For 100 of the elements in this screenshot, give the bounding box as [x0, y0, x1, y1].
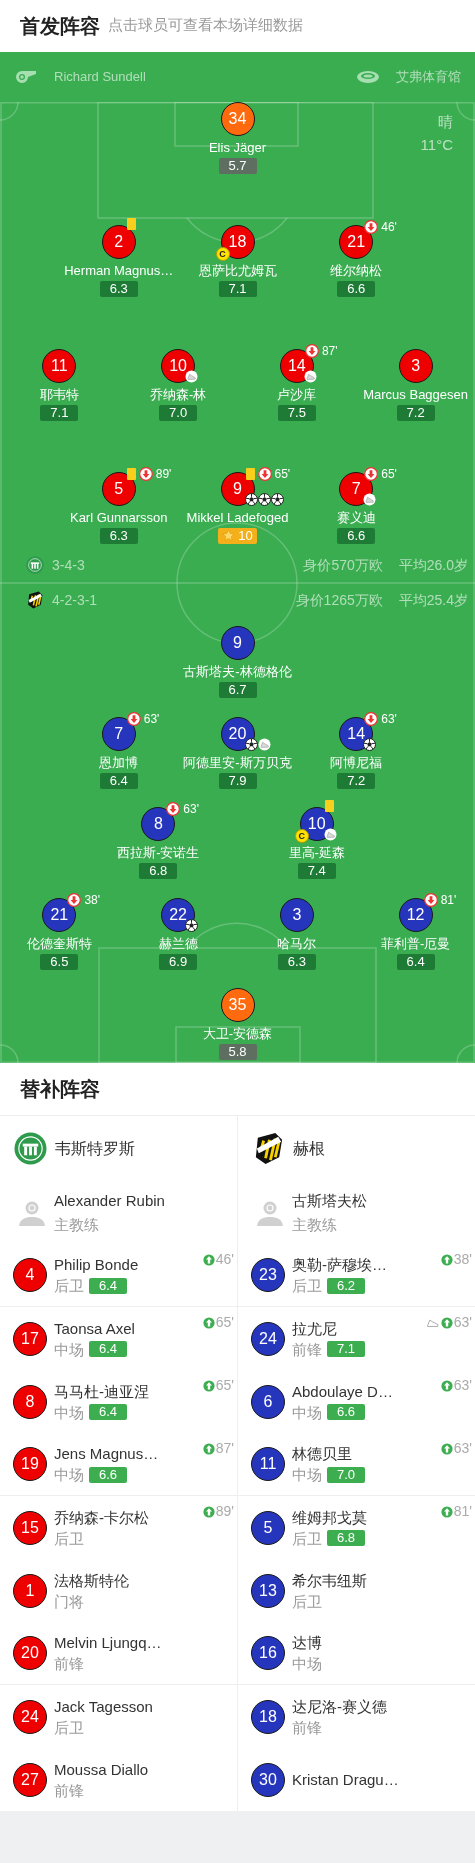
player-rating: 6.3	[99, 528, 138, 544]
player-name: 里高-延森	[288, 844, 345, 861]
player-marker: 27	[13, 1762, 47, 1797]
sub-minute: 89'	[155, 466, 172, 483]
player-rating: 6.4	[99, 772, 138, 789]
player-position: 前锋	[292, 1339, 322, 1360]
player-rating: 7.9	[218, 772, 257, 789]
player-rating: 6.4	[89, 1277, 127, 1294]
player-position: 后卫	[54, 1717, 84, 1738]
player-marker: 6	[251, 1384, 285, 1419]
player-rating: 10	[238, 528, 253, 544]
sub-minute: 38'	[84, 891, 100, 909]
player-name: 恩加博	[99, 753, 139, 771]
sub-minute: 65'	[215, 1376, 234, 1395]
player-rating: 6.4	[89, 1404, 127, 1420]
player-position: 中场	[54, 1402, 84, 1423]
player-rating: 5.8	[218, 1044, 257, 1060]
arrow-up-icon	[440, 1442, 453, 1455]
arrow-up-icon	[202, 1316, 215, 1329]
player-marker: 20	[13, 1636, 47, 1670]
player-name: 赫兰德	[158, 934, 198, 952]
card-icon	[126, 468, 136, 480]
player-rating: 6.4	[396, 953, 435, 970]
player-name: 阿博尼福	[330, 753, 383, 771]
player-name: 古斯塔夫-林德格伦	[183, 663, 292, 680]
player-name: 恩萨比尤姆瓦	[198, 262, 277, 280]
card-icon	[126, 218, 136, 231]
team-name: 赫根	[293, 1138, 325, 1159]
player-rating: 7.1	[40, 404, 79, 421]
sub-minute: 63'	[453, 1313, 472, 1332]
arrow-up-icon	[440, 1316, 453, 1329]
player-rating: 6.5	[40, 953, 79, 970]
sub-minute: 46'	[215, 1250, 234, 1269]
sub-minute: 65'	[381, 466, 397, 483]
sub-minute: 63'	[453, 1439, 472, 1458]
player-name: Marcus Baggesen	[363, 385, 468, 403]
ball-icon	[185, 918, 199, 932]
player-rating: 7.1	[218, 281, 257, 298]
player-marker: 19	[13, 1447, 47, 1481]
arrow-down-icon	[166, 802, 181, 816]
player-marker: 10	[161, 348, 196, 383]
player-name: 维姆邦戈莫	[292, 1507, 367, 1528]
arrow-down-icon	[364, 467, 379, 481]
player-marker: 30	[251, 1762, 285, 1797]
arrow-down-icon	[423, 892, 438, 907]
card-icon	[245, 468, 255, 480]
section-title: 首发阵容	[20, 14, 100, 39]
arrow-down-icon	[257, 467, 272, 481]
market-value: 身价570万欧	[303, 555, 383, 575]
player-marker: 8	[13, 1384, 47, 1419]
player-rating: 6.6	[337, 281, 376, 298]
player-position: 前锋	[292, 1717, 322, 1738]
player-marker: 22	[161, 897, 196, 932]
arrow-up-icon	[202, 1253, 215, 1266]
sub-minute: 63'	[381, 710, 397, 728]
player-name: 奥勒-萨穆埃…	[292, 1255, 387, 1275]
sub-minute: 65'	[274, 466, 291, 483]
player-name: Philip Bonde	[54, 1255, 139, 1275]
player-rating: 5.7	[218, 158, 257, 174]
player-name: 伦德奎斯特	[26, 934, 92, 952]
player-name: Jack Tagesson	[54, 1696, 153, 1717]
card-icon	[324, 800, 334, 812]
arrow-down-icon	[67, 892, 82, 907]
player-marker: 12	[398, 897, 433, 932]
formation-text: 3-4-3	[52, 555, 85, 575]
player-name: Taonsa Axel	[54, 1318, 135, 1339]
player-position: 前锋	[54, 1780, 84, 1801]
player-marker: 8	[141, 807, 176, 841]
captain-badge: C	[215, 247, 230, 262]
player-name: Jens Magnus…	[54, 1444, 159, 1464]
ball-icon	[257, 493, 271, 506]
player-marker: 21	[42, 897, 77, 932]
player-name: Herman Magnus…	[64, 262, 174, 280]
player-marker: 21	[339, 225, 374, 260]
player-marker: 11	[251, 1447, 285, 1481]
player-name: 法格斯特伦	[54, 1570, 129, 1591]
arrow-down-icon	[304, 343, 319, 358]
player-name: 马马杜-迪亚涅	[54, 1381, 149, 1402]
ball-icon	[270, 493, 284, 506]
player-rating: 6.6	[327, 1404, 365, 1420]
player-position: 前锋	[54, 1654, 84, 1674]
player-name: Abdoulaye D…	[292, 1381, 393, 1402]
sub-minute: 87'	[321, 342, 338, 360]
sub-minute: 63'	[183, 801, 199, 818]
sub-minute: 38'	[453, 1250, 472, 1269]
player-name: 阿德里安-斯万贝克	[183, 753, 292, 771]
weather-text: 晴	[437, 112, 453, 132]
section-title: 替补阵容	[20, 1077, 100, 1102]
boot-icon	[303, 369, 317, 383]
sub-minute: 46'	[381, 219, 397, 237]
stadium-icon	[356, 69, 380, 85]
player-marker: 24	[251, 1321, 285, 1356]
boot-icon	[185, 369, 199, 383]
captain-badge: C	[294, 829, 309, 843]
player-marker: 16	[251, 1636, 285, 1670]
player-marker: 7	[101, 716, 136, 751]
arrow-up-icon	[202, 1379, 215, 1392]
coach-role: 主教练	[292, 1214, 338, 1235]
player-name: 达博	[292, 1633, 322, 1653]
player-rating: 6.6	[337, 528, 376, 544]
